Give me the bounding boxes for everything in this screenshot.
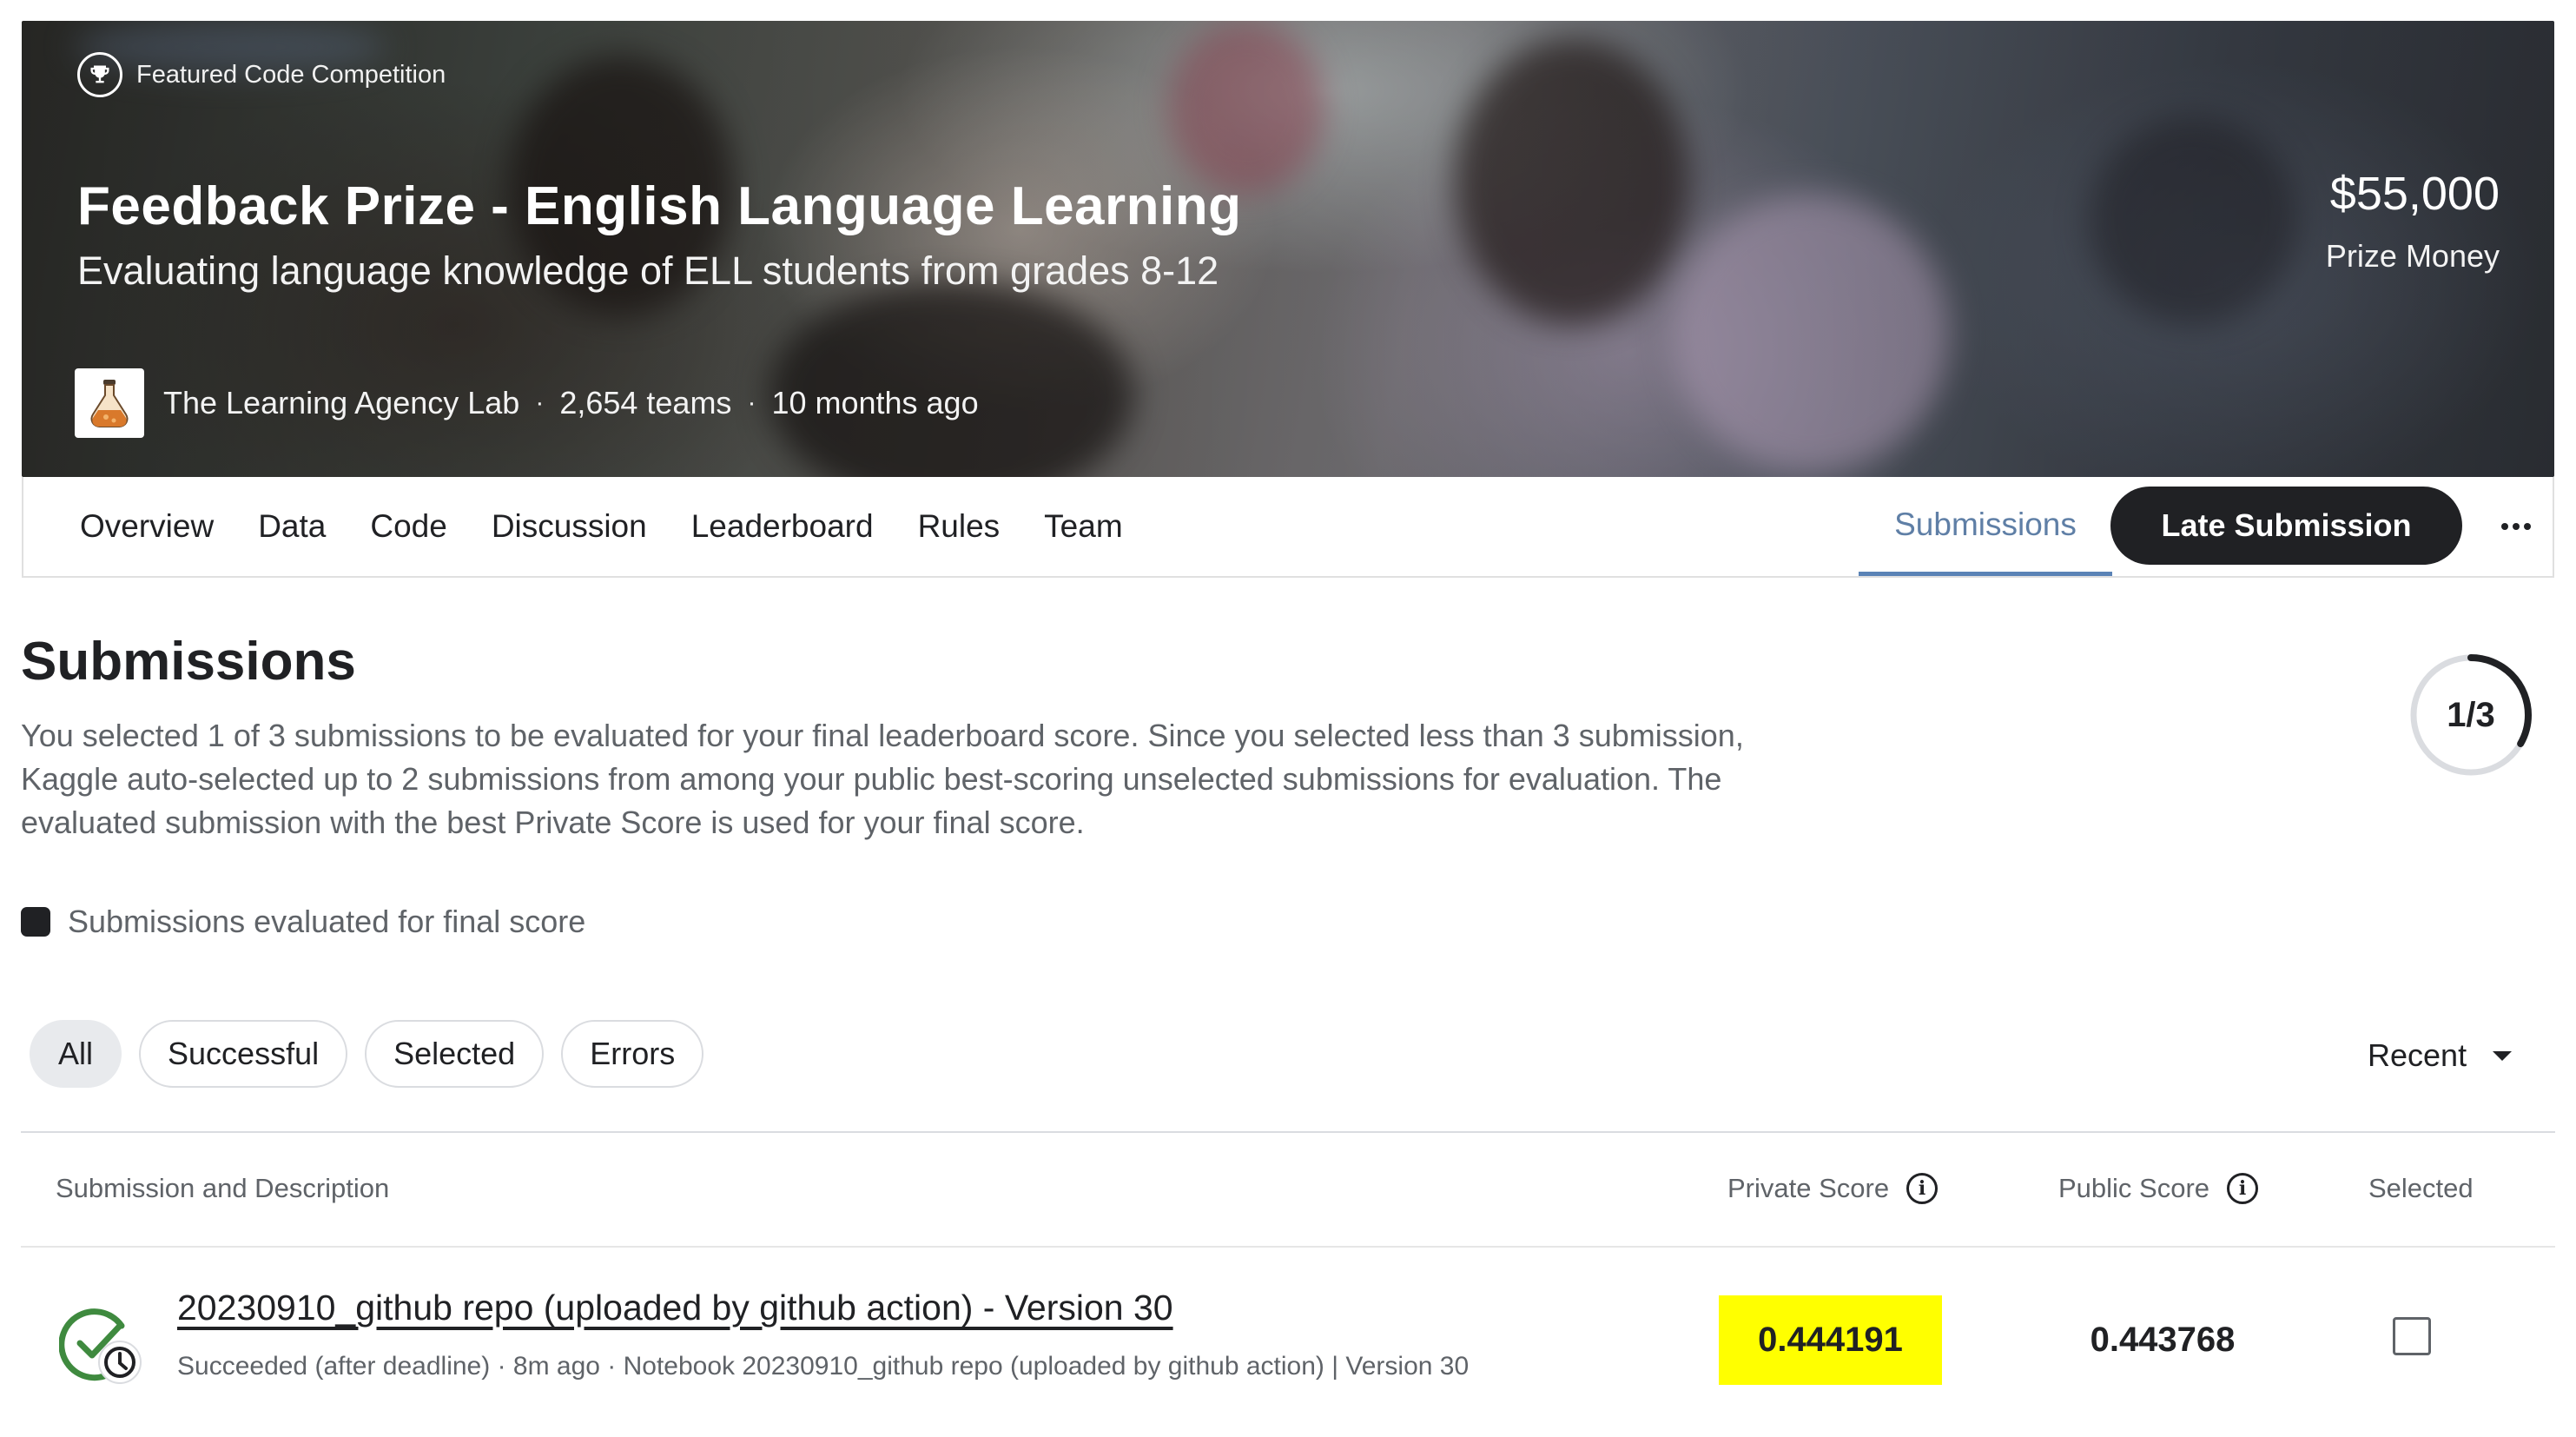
- meta-separator: ·: [747, 388, 756, 417]
- filter-chips: All Successful Selected Errors: [30, 1020, 704, 1088]
- sort-label: Recent: [2368, 1037, 2467, 1073]
- trophy-icon: [77, 52, 122, 97]
- legend-label: Submissions evaluated for final score: [68, 904, 586, 939]
- header-submission: Submission and Description: [56, 1173, 389, 1204]
- host-name[interactable]: The Learning Agency Lab: [163, 385, 519, 421]
- filter-errors[interactable]: Errors: [561, 1020, 704, 1088]
- select-submission-checkbox[interactable]: [2393, 1317, 2431, 1355]
- tab-leaderboard[interactable]: Leaderboard: [691, 508, 874, 545]
- header-public-score-label: Public Score: [2058, 1173, 2210, 1203]
- selection-count: 1/3: [2447, 695, 2495, 734]
- team-count: 2,654 teams: [559, 385, 732, 421]
- competition-type-badge: Featured Code Competition: [77, 52, 446, 97]
- legend-swatch: [21, 907, 50, 937]
- final-score-legend: Submissions evaluated for final score: [21, 904, 585, 940]
- header-private-score: Private Score i: [1727, 1173, 1939, 1204]
- host-logo[interactable]: [75, 368, 144, 438]
- filter-selected[interactable]: Selected: [365, 1020, 545, 1088]
- competition-header: Featured Code Competition Feedback Prize…: [22, 21, 2554, 477]
- info-icon[interactable]: i: [2227, 1173, 2259, 1204]
- submission-meta: Succeeded (after deadline) · 8m ago · No…: [177, 1352, 1470, 1381]
- competition-nav: Overview Data Code Discussion Leaderboar…: [22, 477, 2554, 578]
- competition-title: Feedback Prize - English Language Learni…: [77, 176, 1242, 236]
- caret-down-icon: [2493, 1050, 2513, 1061]
- tab-code[interactable]: Code: [370, 508, 446, 545]
- flask-icon: [90, 380, 129, 427]
- submissions-description: You selected 1 of 3 submissions to be ev…: [21, 718, 1744, 840]
- info-icon[interactable]: i: [1906, 1173, 1939, 1204]
- competition-subtitle: Evaluating language knowledge of ELL stu…: [77, 248, 1219, 293]
- more-options-icon[interactable]: [2494, 507, 2538, 546]
- success-check-icon: [58, 1308, 142, 1384]
- competition-age: 10 months ago: [771, 385, 979, 421]
- meta-separator: ·: [535, 388, 545, 417]
- prize-label: Prize Money: [2325, 238, 2500, 274]
- public-score-value: 0.443768: [2090, 1321, 2236, 1359]
- tab-data[interactable]: Data: [258, 508, 326, 545]
- tab-team[interactable]: Team: [1044, 508, 1122, 545]
- prize-info: $55,000 Prize Money: [2326, 167, 2500, 275]
- divider: [21, 1246, 2555, 1248]
- header-submission-label: Submission and Description: [56, 1173, 390, 1203]
- sort-dropdown[interactable]: Recent: [2368, 1037, 2513, 1074]
- prize-amount: $55,000: [2329, 168, 2500, 220]
- nav-tabs: Overview Data Code Discussion Leaderboar…: [80, 477, 1123, 576]
- tab-overview[interactable]: Overview: [80, 508, 214, 545]
- header-selected-label: Selected: [2368, 1173, 2474, 1203]
- filter-successful[interactable]: Successful: [139, 1020, 348, 1088]
- header-selected: Selected: [2368, 1173, 2474, 1204]
- private-score-value: 0.444191: [1719, 1295, 1942, 1385]
- selection-progress-ring: 1/3: [2406, 650, 2536, 780]
- header-private-score-label: Private Score: [1727, 1173, 1890, 1203]
- submission-title-link[interactable]: 20230910_github repo (uploaded by github…: [177, 1288, 1173, 1328]
- divider: [21, 1131, 2555, 1133]
- host-info: The Learning Agency Lab · 2,654 teams · …: [75, 368, 979, 438]
- tab-discussion[interactable]: Discussion: [492, 508, 647, 545]
- tab-rules[interactable]: Rules: [918, 508, 1001, 545]
- tab-submissions[interactable]: Submissions: [1859, 477, 2112, 576]
- late-submission-button[interactable]: Late Submission: [2110, 487, 2462, 565]
- filter-all[interactable]: All: [30, 1020, 122, 1088]
- badge-label: Featured Code Competition: [136, 60, 446, 89]
- submission-status-icon: [58, 1300, 146, 1390]
- header-public-score: Public Score i: [2058, 1173, 2259, 1204]
- page-title: Submissions: [21, 632, 356, 692]
